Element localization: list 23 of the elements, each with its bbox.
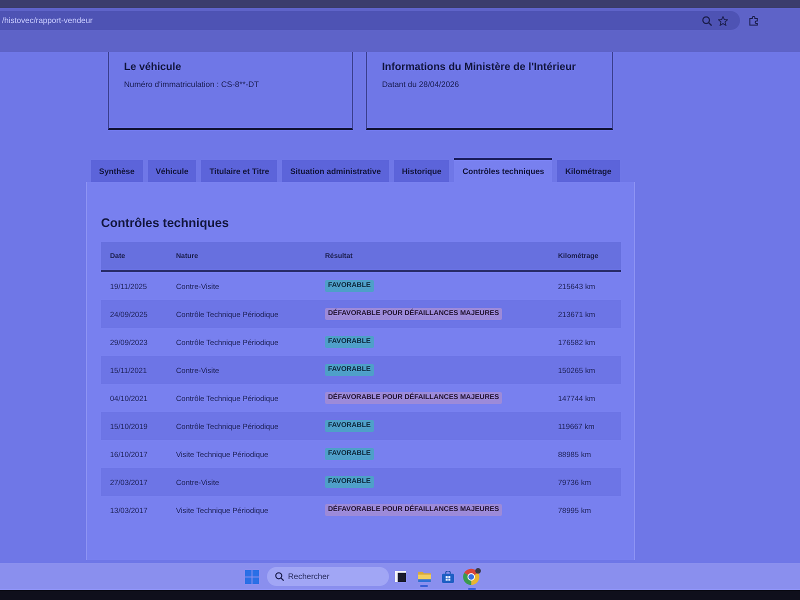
tab[interactable]: Synthèse	[91, 160, 143, 182]
tab[interactable]: Contrôles techniques	[454, 158, 552, 182]
card-title: Informations du Ministère de l'Intérieur	[382, 61, 577, 73]
windows-logo-icon[interactable]	[245, 570, 259, 584]
puzzle-icon[interactable]	[749, 16, 759, 26]
card-text: Numéro d'immatriculation : CS-8**-DT	[124, 80, 260, 89]
tab[interactable]: Historique	[394, 160, 450, 182]
section-title: Contrôles techniques	[101, 215, 230, 232]
tab[interactable]: Titulaire et Titre	[201, 160, 278, 182]
address-field[interactable]: /histovec/rapport-vendeur	[0, 11, 740, 30]
card-text: Datant du 28/04/2026	[382, 80, 460, 89]
tab[interactable]: Kilométrage	[557, 160, 620, 182]
magnifier-icon[interactable]	[702, 16, 712, 26]
tab[interactable]: Situation administrative	[282, 160, 389, 182]
card-title: Le véhicule	[124, 61, 182, 73]
star-icon[interactable]	[718, 16, 728, 26]
search-field[interactable]: Rechercher	[267, 567, 389, 586]
folder-icon[interactable]	[418, 571, 430, 582]
colored-ring-icon[interactable]	[463, 568, 481, 585]
shopping-bag-icon[interactable]	[442, 570, 454, 582]
search-icon	[275, 572, 284, 581]
tab[interactable]: Véhicule	[148, 160, 196, 182]
overlapping-squares-icon[interactable]	[394, 571, 406, 582]
